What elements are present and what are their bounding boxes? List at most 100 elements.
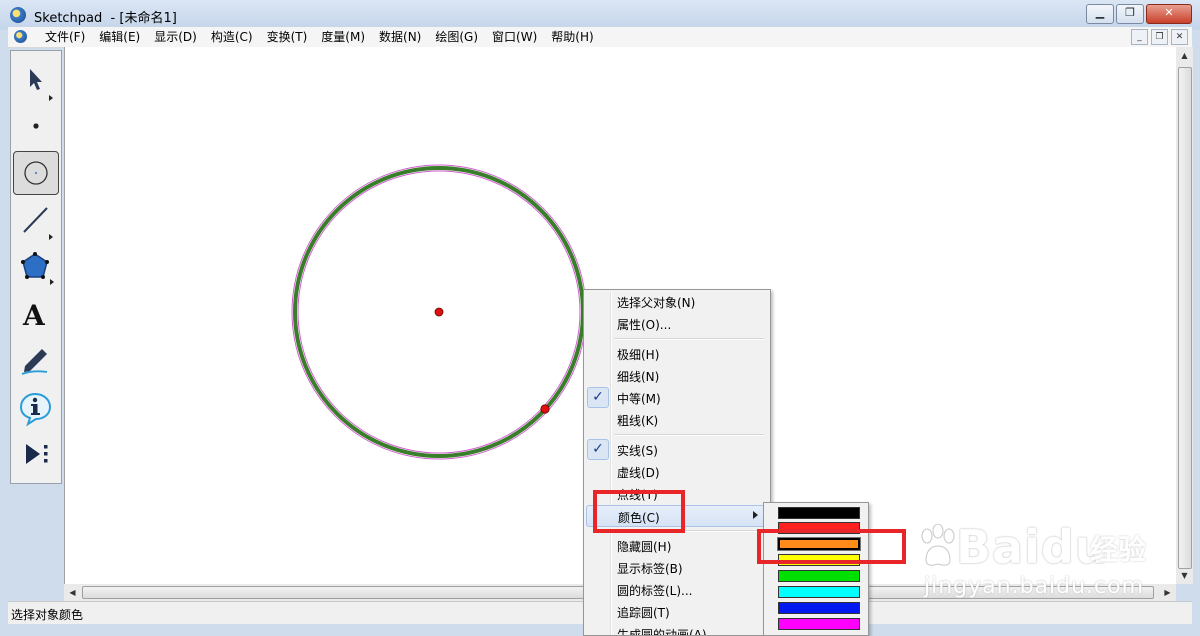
submenu-arrow-icon: [753, 511, 758, 519]
menu-display[interactable]: 显示(D): [147, 29, 204, 45]
ctx-item-label: 实线(S): [617, 444, 658, 458]
ctx-dashed[interactable]: 虚线(D): [586, 461, 767, 483]
ctx-properties[interactable]: 属性(O)...: [586, 313, 767, 335]
color-swatch-black[interactable]: [778, 507, 860, 519]
document-icon[interactable]: [14, 30, 27, 43]
watermark-url: jingyan.baidu.com: [924, 574, 1145, 599]
color-swatch-blue[interactable]: [778, 602, 860, 614]
baidu-paw-logo-icon: [921, 524, 955, 566]
custom-tool[interactable]: [13, 433, 59, 477]
ctx-item-label: 生成圆的动画(A): [617, 628, 707, 636]
status-text: 选择对象颜色: [11, 608, 84, 622]
ctx-hide-circle[interactable]: 隐藏圆(H): [586, 535, 767, 557]
color-swatch-magenta[interactable]: [778, 618, 860, 630]
straightedge-icon: [23, 207, 53, 240]
ctx-show-label[interactable]: 显示标签(B): [586, 557, 767, 579]
menu-edit[interactable]: 编辑(E): [92, 29, 147, 45]
vertical-scroll-thumb[interactable]: [1178, 67, 1192, 569]
color-swatch-green[interactable]: [778, 570, 860, 582]
checkmark-icon: ✓: [587, 439, 609, 460]
color-submenu: [763, 502, 869, 636]
ctx-item-label: 隐藏圆(H): [617, 540, 672, 554]
menu-data[interactable]: 数据(N): [372, 29, 428, 45]
marker-tool[interactable]: [13, 339, 59, 383]
close-button[interactable]: ✕: [1146, 4, 1192, 24]
ctx-select-parent[interactable]: 选择父对象(N): [586, 291, 767, 313]
annotation-highlight-color-item: [593, 490, 685, 533]
menu-window[interactable]: 窗口(W): [485, 29, 544, 45]
ctx-item-label: 细线(N): [617, 370, 660, 384]
arrow-select-icon: [30, 69, 53, 101]
baidu-jingyan-watermark: Baidu 经验 jingyan.baidu.com: [918, 520, 1178, 610]
menu-transform[interactable]: 变换(T): [260, 29, 315, 45]
title-bar: Sketchpad - [未命名1] ▁ ❐ ✕: [0, 0, 1200, 30]
arrow-tool[interactable]: [13, 57, 59, 101]
color-swatch-cyan[interactable]: [778, 586, 860, 598]
information-tool[interactable]: [13, 386, 59, 430]
ctx-item-label: 追踪圆(T): [617, 606, 670, 620]
sketchpad-app-icon: [10, 7, 26, 23]
annotation-highlight-orange-swatch: [757, 529, 906, 564]
toolbox: A: [10, 50, 62, 484]
document-title: - [未命名1]: [110, 11, 177, 26]
ctx-circle-label[interactable]: 圆的标签(L)...: [586, 579, 767, 601]
watermark-brand-cn: 经验: [1090, 533, 1147, 566]
ctx-item-label: 中等(M): [617, 392, 661, 406]
ctx-item-label: 属性(O)...: [617, 318, 672, 332]
menu-list: 文件(F) 编辑(E) 显示(D) 构造(C) 变换(T) 度量(M) 数据(N…: [38, 29, 601, 45]
menu-help[interactable]: 帮助(H): [544, 29, 600, 45]
ctx-item-label: 虚线(D): [617, 466, 660, 480]
watermark-brand: Baidu: [956, 520, 1109, 574]
checkmark-icon: ✓: [587, 387, 609, 408]
circle-center-point[interactable]: [434, 307, 444, 317]
ctx-thin[interactable]: 细线(N): [586, 365, 767, 387]
ctx-item-label: 粗线(K): [617, 414, 659, 428]
polygon-tool[interactable]: [13, 246, 59, 290]
marker-icon: [21, 349, 48, 375]
menu-bar: 文件(F) 编辑(E) 显示(D) 构造(C) 变换(T) 度量(M) 数据(N…: [8, 27, 1192, 48]
scroll-up-icon[interactable]: ▲: [1176, 47, 1193, 64]
scroll-left-icon[interactable]: ◀: [64, 584, 81, 601]
ctx-item-label: 选择父对象(N): [617, 296, 696, 310]
vertical-scrollbar[interactable]: ▲ ▼: [1176, 47, 1193, 584]
custom-tool-icon: [26, 444, 48, 464]
menu-measure[interactable]: 度量(M): [314, 29, 372, 45]
window-controls: ▁ ❐ ✕: [1086, 4, 1192, 24]
straightedge-tool[interactable]: [13, 199, 59, 243]
text-tool-glyph: A: [22, 299, 46, 332]
context-menu: 选择父对象(N) 属性(O)... 极细(H) 细线(N) ✓ 中等(M) 粗线…: [583, 289, 771, 636]
doc-close-button[interactable]: ✕: [1171, 29, 1188, 45]
ctx-item-label: 极细(H): [617, 348, 660, 362]
point-icon: [33, 123, 39, 129]
menu-file[interactable]: 文件(F): [38, 29, 92, 45]
close-icon: ✕: [1164, 6, 1174, 19]
compass-tool[interactable]: [13, 151, 59, 195]
ctx-medium[interactable]: ✓ 中等(M): [586, 387, 767, 409]
window-title: Sketchpad - [未命名1]: [34, 7, 177, 26]
document-window-controls: _ ❐ ✕: [1131, 29, 1188, 45]
maximize-button[interactable]: ❐: [1116, 4, 1144, 24]
minimize-icon: ▁: [1095, 6, 1105, 19]
ctx-item-label: 显示标签(B): [617, 562, 683, 576]
scroll-down-icon[interactable]: ▼: [1176, 567, 1193, 584]
ctx-solid[interactable]: ✓ 实线(S): [586, 439, 767, 461]
compass-circle-icon: [24, 161, 48, 185]
text-tool[interactable]: A: [13, 293, 59, 337]
doc-restore-button[interactable]: ❐: [1151, 29, 1168, 45]
ctx-item-label: 圆的标签(L)...: [617, 584, 693, 598]
polygon-icon: [21, 252, 54, 285]
ctx-separator: [614, 434, 764, 436]
ctx-trace-circle[interactable]: 追踪圆(T): [586, 601, 767, 623]
ctx-thick[interactable]: 粗线(K): [586, 409, 767, 431]
menu-construct[interactable]: 构造(C): [204, 29, 260, 45]
restore-icon: ❐: [1125, 6, 1135, 19]
info-icon: [19, 392, 52, 427]
menu-graph[interactable]: 绘图(G): [428, 29, 485, 45]
ctx-extra-thin[interactable]: 极细(H): [586, 343, 767, 365]
minimize-button[interactable]: ▁: [1086, 4, 1114, 24]
point-tool[interactable]: [13, 104, 59, 148]
circle-radius-point[interactable]: [540, 404, 550, 414]
text-icon: A: [22, 299, 46, 332]
doc-minimize-button[interactable]: _: [1131, 29, 1148, 45]
app-name: Sketchpad: [34, 11, 103, 26]
